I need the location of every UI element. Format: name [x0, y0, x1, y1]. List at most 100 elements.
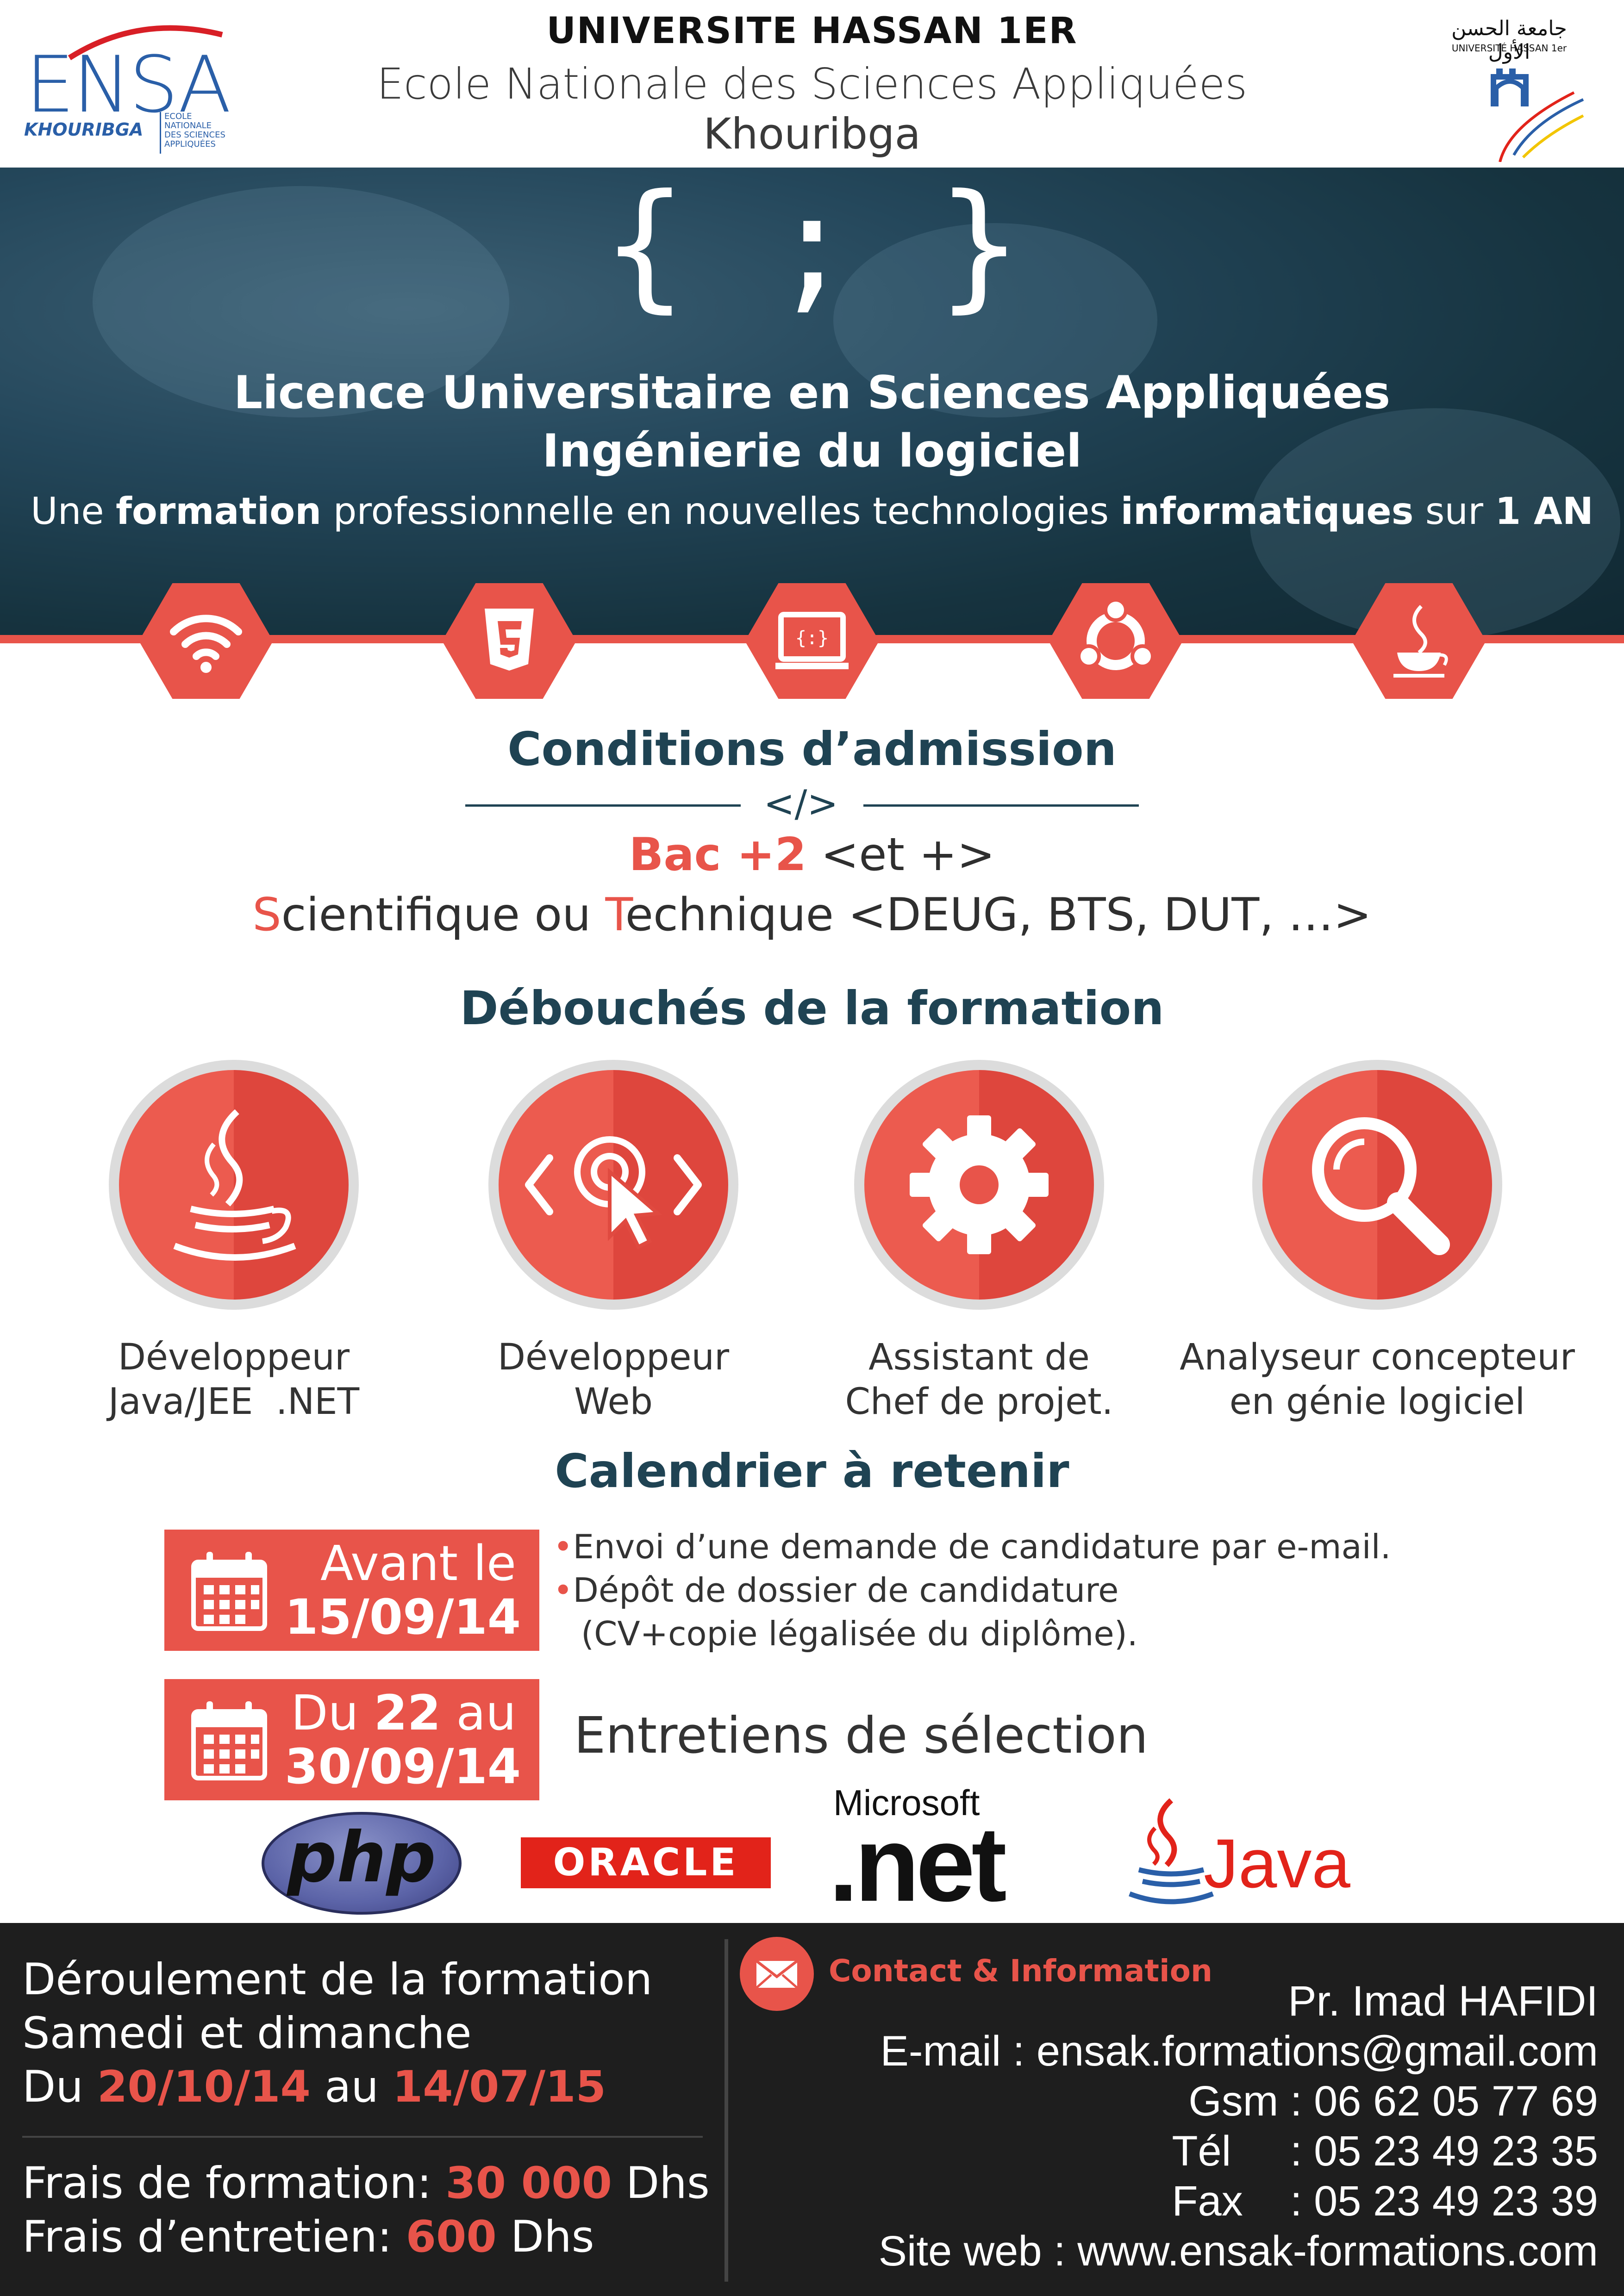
career-project-label: Assistant de Chef de projet.	[771, 1335, 1187, 1424]
interview-end-date: 30/09/14	[285, 1738, 521, 1795]
program-tagline: Une formation professionnelle en nouvell…	[0, 490, 1624, 533]
schedule-end-date: 14/07/15	[392, 2062, 606, 2112]
schedule-start-date: 20/10/14	[97, 2062, 311, 2112]
university-name: UNIVERSITE HASSAN 1ER	[546, 10, 1078, 52]
school-city: Khouribga	[703, 109, 921, 159]
divider-code-tag: </>	[763, 782, 838, 825]
divider-line	[863, 804, 1139, 807]
deadline-items: •Envoi d’une demande de candidature par …	[553, 1525, 1572, 1655]
list-item: •Envoi d’une demande de candidature par …	[553, 1525, 1572, 1568]
calendar-icon	[190, 1699, 269, 1782]
career-label-line: Assistant de	[868, 1337, 1090, 1378]
calendar-title: Calendrier à retenir	[555, 1444, 1069, 1498]
list-item-text: (CV+copie légalisée du diplôme).	[581, 1614, 1138, 1653]
footer-divider	[22, 2136, 703, 2138]
schedule-text: au	[310, 2062, 393, 2112]
contact-fax: Fax : 05 23 49 23 39	[1172, 2178, 1598, 2225]
java-cup-icon	[173, 1109, 296, 1261]
tagline-text: professionnelle en nouvelles technologie…	[321, 490, 1121, 533]
schedule-title: Déroulement de la formation	[22, 1954, 653, 2005]
admission-level: Bac +2 <et +>	[0, 828, 1624, 881]
fees-info: Frais de formation: 30 000 Dhs Frais d’e…	[22, 2157, 710, 2264]
list-item-text: Dépôt de dossier de candidature	[573, 1571, 1119, 1610]
list-item-text: Envoi d’une demande de candidature par e…	[573, 1527, 1391, 1566]
fee-label: Frais d’entretien:	[22, 2212, 406, 2262]
admission-diplomas: Scientifique ou Technique <DEUG, BTS, DU…	[0, 889, 1624, 941]
interview-text: Du	[291, 1685, 374, 1741]
interview-range: Du 22 au	[285, 1685, 517, 1741]
magnifier-icon	[1312, 1117, 1450, 1255]
oracle-logo: ORACLE	[521, 1837, 771, 1888]
career-label-line: en génie logiciel	[1229, 1381, 1525, 1423]
list-item: •Dépôt de dossier de candidature	[553, 1568, 1572, 1612]
contact-details: Pr. Imad HAFIDI E-mail : ensak.formation…	[778, 1976, 1598, 2276]
interview-text: au	[441, 1685, 516, 1741]
career-analyst-label: Analyseur concepteur en génie logiciel	[1157, 1335, 1597, 1424]
schedule-days: Samedi et dimanche	[22, 2008, 472, 2059]
deadline-text: Avant le 15/09/14	[285, 1535, 521, 1645]
career-java-label: Développeur Java/JEE .NET	[25, 1335, 442, 1424]
deadline-date: 15/09/14	[285, 1589, 521, 1645]
tagline-bold: formation	[116, 490, 322, 533]
admission-text: echnique <DEUG, BTS, DUT, …>	[625, 889, 1372, 941]
fee-amount: 600	[406, 2212, 497, 2262]
code-braces-icon: { ; }	[603, 164, 1021, 326]
svg-text:{:}: {:}	[795, 628, 829, 649]
career-label-line: Java/JEE .NET	[108, 1381, 360, 1423]
admission-initial: S	[252, 889, 281, 941]
career-analyst-circle	[1252, 1060, 1502, 1310]
admission-level-text: <et +>	[806, 828, 995, 881]
uh1-logo-latin: UNIVERSITÉ HASSAN 1er	[1451, 43, 1567, 54]
calendar-icon	[190, 1549, 269, 1632]
fee-label: Frais de formation:	[22, 2158, 446, 2209]
career-label-line: Web	[574, 1381, 653, 1423]
interview-fee: Frais d’entretien: 600 Dhs	[22, 2210, 710, 2264]
career-label-line: Analyseur concepteur	[1180, 1337, 1575, 1378]
fee-unit: Dhs	[612, 2158, 710, 2209]
fee-amount: 30 000	[445, 2158, 612, 2209]
admission-text: cientifique ou	[281, 889, 606, 941]
contact-website[interactable]: Site web : www.ensak-formations.com	[778, 2226, 1598, 2276]
schedule-dates: Du 20/10/14 au 14/07/15	[22, 2060, 652, 2114]
schedule-text: Du	[22, 2062, 97, 2112]
career-label-line: Chef de projet.	[845, 1381, 1113, 1423]
tagline-text: sur	[1413, 490, 1495, 533]
footer-vertical-divider	[725, 1939, 728, 2282]
dotnet-logo: .net	[829, 1804, 1007, 1923]
page-header: ENSA KHOURIBGA ECOLE NATIONALE DES SCIEN…	[0, 0, 1624, 168]
php-logo-text: php	[287, 1817, 436, 1898]
interview-box: Du 22 au 30/09/14	[164, 1679, 539, 1800]
training-fee: Frais de formation: 30 000 Dhs	[22, 2157, 710, 2210]
contact-tel[interactable]: Tél : 05 23 49 23 35	[778, 2126, 1598, 2176]
admission-initial: T	[605, 889, 625, 941]
admission-title: Conditions d’admission	[507, 722, 1117, 776]
career-project-circle	[854, 1060, 1104, 1310]
program-title: Licence Universitaire en Sciences Appliq…	[233, 367, 1391, 419]
divider-line	[465, 804, 741, 807]
program-subtitle: Ingénierie du logiciel	[542, 425, 1082, 478]
java-logo-text: Java	[1204, 1824, 1350, 1902]
fee-unit: Dhs	[496, 2212, 594, 2262]
career-java-circle	[109, 1060, 359, 1310]
schedule-info: Déroulement de la formation Samedi et di…	[22, 1953, 652, 2114]
deadline-box: Avant le 15/09/14	[164, 1530, 539, 1651]
interview-label: Entretiens de sélection	[574, 1707, 1149, 1765]
bullet-icon: •	[553, 1527, 573, 1566]
career-label-line: Développeur	[118, 1337, 350, 1378]
career-web-label: Développeur Web	[405, 1335, 822, 1424]
tagline-text: Une	[31, 490, 116, 533]
tagline-bold: informatiques	[1120, 490, 1414, 533]
bullet-icon: •	[553, 1571, 573, 1610]
web-cursor-icon	[525, 1136, 702, 1250]
contact-gsm[interactable]: Gsm : 06 62 05 77 69	[778, 2076, 1598, 2126]
php-logo: php	[262, 1812, 462, 1915]
careers-title: Débouchés de la formation	[460, 981, 1164, 1035]
school-name: Ecole Nationale des Sciences Appliquées	[376, 59, 1248, 109]
deadline-label: Avant le	[320, 1535, 516, 1592]
career-label-line: Développeur	[497, 1337, 730, 1378]
interview-day: 22	[374, 1685, 441, 1741]
gear-icon	[910, 1115, 1049, 1254]
contact-name: Pr. Imad HAFIDI	[1288, 1978, 1598, 2025]
contact-email[interactable]: E-mail : ensak.formations@gmail.com	[778, 2026, 1598, 2076]
tagline-bold: 1 AN	[1495, 490, 1593, 533]
